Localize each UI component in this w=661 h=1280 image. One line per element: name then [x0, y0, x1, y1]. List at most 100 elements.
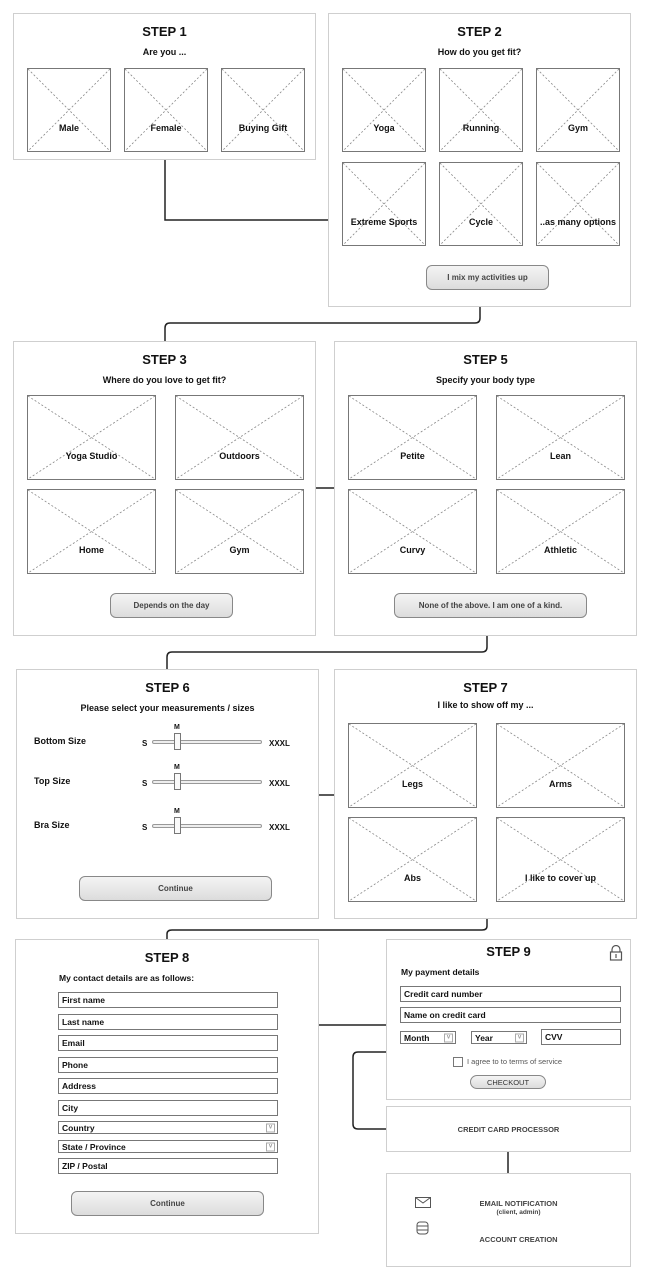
one-of-a-kind-button[interactable]: None of the above. I am one of a kind.: [394, 593, 587, 618]
size-slider[interactable]: [152, 780, 262, 784]
contact-input[interactable]: Address: [58, 1078, 278, 1094]
step6-continue-button[interactable]: Continue: [79, 876, 272, 901]
email-notification-label: EMAIL NOTIFICATION: [479, 1199, 558, 1208]
option-tile[interactable]: Abs: [348, 817, 477, 902]
month-label: Month: [404, 1032, 430, 1043]
step9-title: STEP 9: [486, 944, 531, 959]
mix-activities-button[interactable]: I mix my activities up: [426, 265, 549, 290]
contact-input[interactable]: First name: [58, 992, 278, 1008]
option-tile[interactable]: Female: [124, 68, 208, 152]
cvv-input[interactable]: CVV: [541, 1029, 621, 1045]
card-number-input[interactable]: Credit card number: [400, 986, 621, 1002]
month-select[interactable]: Month v: [400, 1031, 456, 1044]
option-tile[interactable]: Gym: [536, 68, 620, 152]
option-tile[interactable]: I like to cover up: [496, 817, 625, 902]
slider-label: Bottom Size: [34, 736, 87, 746]
option-label: Yoga Studio: [65, 451, 118, 461]
chevron-down-icon: v: [266, 1142, 275, 1151]
image-placeholder-icon: [28, 69, 110, 151]
contact-input[interactable]: Last name: [58, 1014, 278, 1030]
option-label: Petite: [400, 451, 425, 461]
field-label: Last name: [62, 1017, 105, 1027]
option-label: Outdoors: [219, 451, 260, 461]
chevron-down-icon: v: [515, 1033, 524, 1042]
image-placeholder-icon: [125, 69, 207, 151]
option-tile[interactable]: Cycle: [439, 162, 523, 246]
option-tile[interactable]: Extreme Sports: [342, 162, 426, 246]
size-slider[interactable]: [152, 740, 262, 744]
slider-value: M: [174, 808, 180, 815]
step2-subtitle: How do you get fit?: [437, 47, 522, 57]
option-label: Buying Gift: [238, 123, 288, 133]
image-placeholder-icon: [497, 396, 624, 479]
option-tile[interactable]: Yoga: [342, 68, 426, 152]
option-tile[interactable]: Legs: [348, 723, 477, 808]
option-label: Abs: [403, 873, 421, 883]
step5-title: STEP 5: [463, 352, 508, 367]
field-label: State / Province: [62, 1141, 126, 1152]
option-tile[interactable]: ..as many options: [536, 162, 620, 246]
option-tile[interactable]: Gym: [175, 489, 304, 574]
contact-input[interactable]: ZIP / Postal: [58, 1158, 278, 1174]
contact-input[interactable]: Phone: [58, 1057, 278, 1073]
option-tile[interactable]: Outdoors: [175, 395, 304, 480]
card-name-input[interactable]: Name on credit card: [400, 1007, 621, 1023]
step8-continue-button[interactable]: Continue: [71, 1191, 264, 1216]
depends-on-day-button[interactable]: Depends on the day: [110, 593, 233, 618]
option-label: Lean: [549, 451, 571, 461]
terms-label: I agree to to terms of service: [467, 1057, 563, 1066]
year-select[interactable]: Year v: [471, 1031, 527, 1044]
step8-subtitle: My contact details are as follows:: [59, 973, 195, 983]
slider-min: S: [142, 779, 148, 788]
option-label: Home: [78, 545, 104, 555]
option-tile[interactable]: Athletic: [496, 489, 625, 574]
slider-thumb[interactable]: [174, 817, 181, 834]
contact-select[interactable]: Country v: [58, 1121, 278, 1134]
step5-panel: STEP 5 Specify your body type Petite Lean…: [334, 341, 637, 636]
slider-label: Top Size: [34, 776, 71, 786]
year-label: Year: [475, 1032, 493, 1043]
image-placeholder-icon: [349, 490, 476, 573]
contact-input[interactable]: City: [58, 1100, 278, 1116]
image-placeholder-icon: [176, 490, 303, 573]
option-label: Gym: [567, 123, 588, 133]
option-tile[interactable]: Male: [27, 68, 111, 152]
option-label: Arms: [548, 779, 572, 789]
step7-panel: STEP 7 I like to show off my ... Legs Arm…: [334, 669, 637, 919]
slider-thumb[interactable]: [174, 773, 181, 790]
option-tile[interactable]: Curvy: [348, 489, 477, 574]
option-tile[interactable]: Petite: [348, 395, 477, 480]
size-slider[interactable]: [152, 824, 262, 828]
contact-input[interactable]: Email: [58, 1035, 278, 1051]
image-placeholder-icon: [28, 490, 155, 573]
option-label: Cycle: [468, 217, 494, 227]
option-label: Extreme Sports: [350, 217, 418, 227]
image-placeholder-icon: [349, 396, 476, 479]
step8-title: STEP 8: [144, 950, 190, 965]
image-placeholder-icon: [440, 163, 522, 245]
account-creation-label: ACCOUNT CREATION: [479, 1235, 558, 1244]
database-icon: [416, 1221, 429, 1235]
slider-max: XXXL: [269, 779, 290, 788]
checkout-button[interactable]: CHECKOUT: [470, 1075, 546, 1089]
terms-checkbox[interactable]: [453, 1057, 463, 1067]
option-label: Legs: [401, 779, 423, 789]
image-placeholder-icon: [343, 69, 425, 151]
chevron-down-icon: v: [444, 1033, 453, 1042]
option-tile[interactable]: Home: [27, 489, 156, 574]
option-tile[interactable]: Lean: [496, 395, 625, 480]
image-placeholder-icon: [440, 69, 522, 151]
slider-thumb[interactable]: [174, 733, 181, 750]
option-label: Running: [462, 123, 500, 133]
image-placeholder-icon: [537, 69, 619, 151]
image-placeholder-icon: [349, 724, 476, 807]
image-placeholder-icon: [349, 818, 476, 901]
option-tile[interactable]: Running: [439, 68, 523, 152]
option-tile[interactable]: Yoga Studio: [27, 395, 156, 480]
image-placeholder-icon: [497, 490, 624, 573]
contact-select[interactable]: State / Province v: [58, 1140, 278, 1153]
option-label: Female: [150, 123, 182, 133]
image-placeholder-icon: [497, 724, 624, 807]
option-tile[interactable]: Buying Gift: [221, 68, 305, 152]
option-tile[interactable]: Arms: [496, 723, 625, 808]
